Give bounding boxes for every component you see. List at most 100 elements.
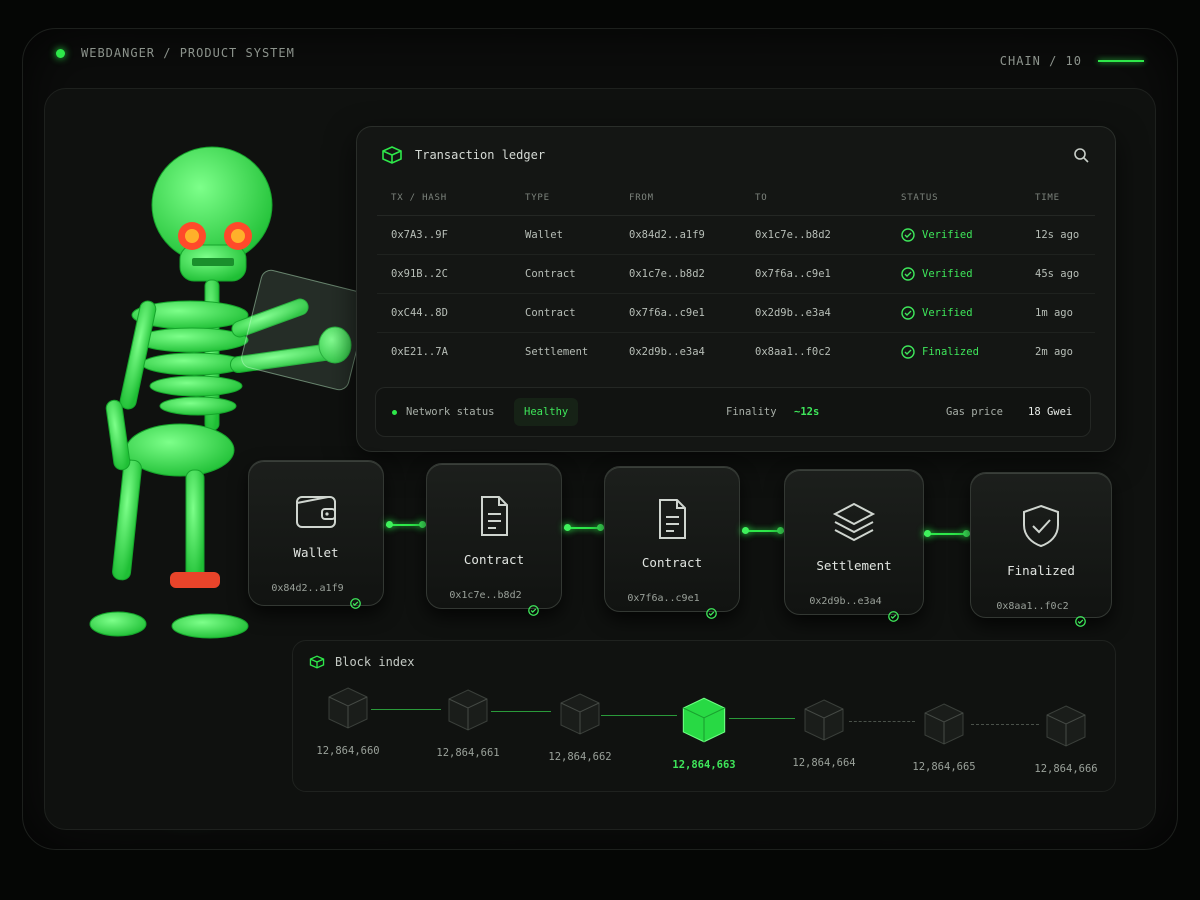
tx-type: Settlement <box>525 345 589 358</box>
block-cube-active-icon <box>682 697 726 743</box>
flow-node-hash: 0x1c7e..b8d2 <box>449 590 522 601</box>
block-item[interactable]: 12,864,664 <box>769 697 879 769</box>
tx-from: 0x2d9b..e3a4 <box>629 345 705 358</box>
tx-hash: 0xE21..7A <box>391 345 448 358</box>
flow-node-hash: 0x8aa1..f0c2 <box>996 601 1069 612</box>
flow-node-hash-row: 0x8aa1..f0c2 <box>971 586 1111 627</box>
check-circle-icon <box>901 345 915 359</box>
block-cube-icon <box>804 699 844 741</box>
ledger-title: Transaction ledger <box>415 148 546 162</box>
tx-hash: 0x91B..2C <box>377 254 511 294</box>
table-row[interactable]: 0x7A3..9F Wallet 0x84d2..a1f9 0x1c7e..b8… <box>377 215 1095 255</box>
flow-node-hash-row: 0x7f6a..c9e1 <box>605 578 739 619</box>
check-circle-icon <box>901 227 915 242</box>
network-status-bar: Network status Healthy Finality ~12s Gas… <box>375 387 1091 437</box>
tx-to: 0x1c7e..b8d2 <box>741 215 887 255</box>
check-circle-icon <box>1074 616 1086 627</box>
table-row[interactable]: 0x91B..2C Contract 0x1c7e..b8d2 0x7f6a..… <box>377 254 1095 294</box>
tx-time: 45s ago <box>1021 254 1095 294</box>
block-number: 12,864,661 <box>436 747 500 759</box>
search-icon[interactable] <box>1073 147 1089 167</box>
chain-progress-line <box>1098 60 1144 62</box>
table-row[interactable]: 0xE21..7A Settlement 0x2d9b..e3a4 0x8aa1… <box>377 332 1095 371</box>
tx-type: Contract <box>511 254 615 294</box>
tx-to: 0x8aa1..f0c2 <box>755 345 831 358</box>
block-number: 12,864,665 <box>912 761 976 773</box>
block-item[interactable]: 12,864,661 <box>413 687 523 759</box>
tx-status: Finalized <box>887 332 1021 371</box>
breadcrumb: WEBDANGER / PRODUCT SYSTEM <box>81 46 295 60</box>
flow-node-hash-row: 0x84d2..a1f9 <box>249 568 383 609</box>
live-indicator-icon <box>56 48 65 58</box>
flow-connector <box>564 524 604 531</box>
flow-node-hash-row: 0x1c7e..b8d2 <box>427 575 561 616</box>
flow-node-finalized[interactable]: Finalized 0x8aa1..f0c2 <box>970 472 1112 627</box>
check-circle-icon <box>527 605 539 616</box>
table-row[interactable]: 0xC44..8D Contract 0x7f6a..c9e1 0x2d9b..… <box>377 293 1095 333</box>
flow-node-label: Finalized <box>1007 563 1075 578</box>
block-cube-icon <box>560 693 600 735</box>
column-header-tx[interactable]: TX / HASH <box>377 181 511 216</box>
status-badge: Finalized <box>922 345 979 358</box>
flow-node-hash: 0x2d9b..e3a4 <box>809 596 882 607</box>
status-badge: Verified <box>922 267 973 280</box>
finality-label: Finality <box>726 406 777 418</box>
block-item[interactable]: 12,864,662 <box>525 691 635 763</box>
check-circle-icon <box>349 598 361 609</box>
document-icon <box>659 499 686 539</box>
tx-time: 2m ago <box>1035 345 1073 358</box>
wallet-icon <box>296 496 336 528</box>
chain-indicator: CHAIN / 10 <box>1000 54 1144 68</box>
ledger-header: Transaction ledger <box>381 145 545 165</box>
flow-node-settlement[interactable]: Settlement 0x2d9b..e3a4 <box>784 469 924 622</box>
column-header-status[interactable]: STATUS <box>887 181 1021 216</box>
block-index-panel: Block index 12,864,660 12,864,661 12,864… <box>292 640 1116 792</box>
tx-time: 1m ago <box>1021 293 1095 333</box>
flow-connector <box>386 521 426 528</box>
flow-node-label: Wallet <box>293 545 339 560</box>
block-item[interactable]: 12,864,666 <box>1011 703 1121 775</box>
flow-node-hash: 0x84d2..a1f9 <box>271 583 344 594</box>
tx-time: 12s ago <box>1021 215 1095 255</box>
status-badge: Verified <box>922 306 973 319</box>
flow-node-contract-2[interactable]: Contract 0x7f6a..c9e1 <box>604 466 740 619</box>
gas-price-value: 18 Gwei <box>1028 406 1073 418</box>
tx-type: Wallet <box>511 215 615 255</box>
tx-status: Verified <box>887 254 1021 294</box>
block-number: 12,864,662 <box>548 751 612 763</box>
layers-icon <box>832 502 876 542</box>
check-circle-icon <box>887 611 899 622</box>
tx-status: Verified <box>887 293 1021 333</box>
tx-to: 0x2d9b..e3a4 <box>741 293 887 333</box>
column-header-time[interactable]: TIME <box>1021 181 1095 216</box>
block-cube-icon <box>1046 705 1086 747</box>
chain-label: CHAIN / 10 <box>999 54 1082 68</box>
block-item[interactable]: 12,864,660 <box>293 685 403 757</box>
block-cube-icon <box>924 703 964 745</box>
flow-node-wallet[interactable]: Wallet 0x84d2..a1f9 <box>248 460 384 609</box>
block-item-active[interactable]: 12,864,663 <box>649 695 759 771</box>
column-header-type[interactable]: TYPE <box>511 181 615 216</box>
column-header-from[interactable]: FROM <box>615 181 741 216</box>
block-cube-icon <box>328 687 368 729</box>
network-status-label: Network status <box>406 406 495 418</box>
flow-connector <box>742 527 784 534</box>
flow-node-contract-1[interactable]: Contract 0x1c7e..b8d2 <box>426 463 562 616</box>
block-number: 12,864,660 <box>316 745 380 757</box>
flow-node-label: Settlement <box>816 558 892 573</box>
flow-node-label: Contract <box>641 555 703 570</box>
shield-check-icon <box>1023 504 1059 548</box>
tx-from: 0x1c7e..b8d2 <box>615 254 741 294</box>
tx-from: 0x84d2..a1f9 <box>615 215 741 255</box>
flow-node-hash: 0x7f6a..c9e1 <box>627 593 700 604</box>
tx-hash: 0xC44..8D <box>377 293 511 333</box>
network-health-badge: Healthy <box>514 398 579 426</box>
block-number: 12,864,666 <box>1034 763 1098 775</box>
flow-connector <box>924 530 970 537</box>
finality-value: ~12s <box>794 406 820 418</box>
flow-node-hash-row: 0x2d9b..e3a4 <box>785 581 923 622</box>
column-header-to[interactable]: TO <box>741 181 887 216</box>
tx-from: 0x7f6a..c9e1 <box>615 293 741 333</box>
check-circle-icon <box>901 305 915 320</box>
block-item[interactable]: 12,864,665 <box>889 701 999 773</box>
